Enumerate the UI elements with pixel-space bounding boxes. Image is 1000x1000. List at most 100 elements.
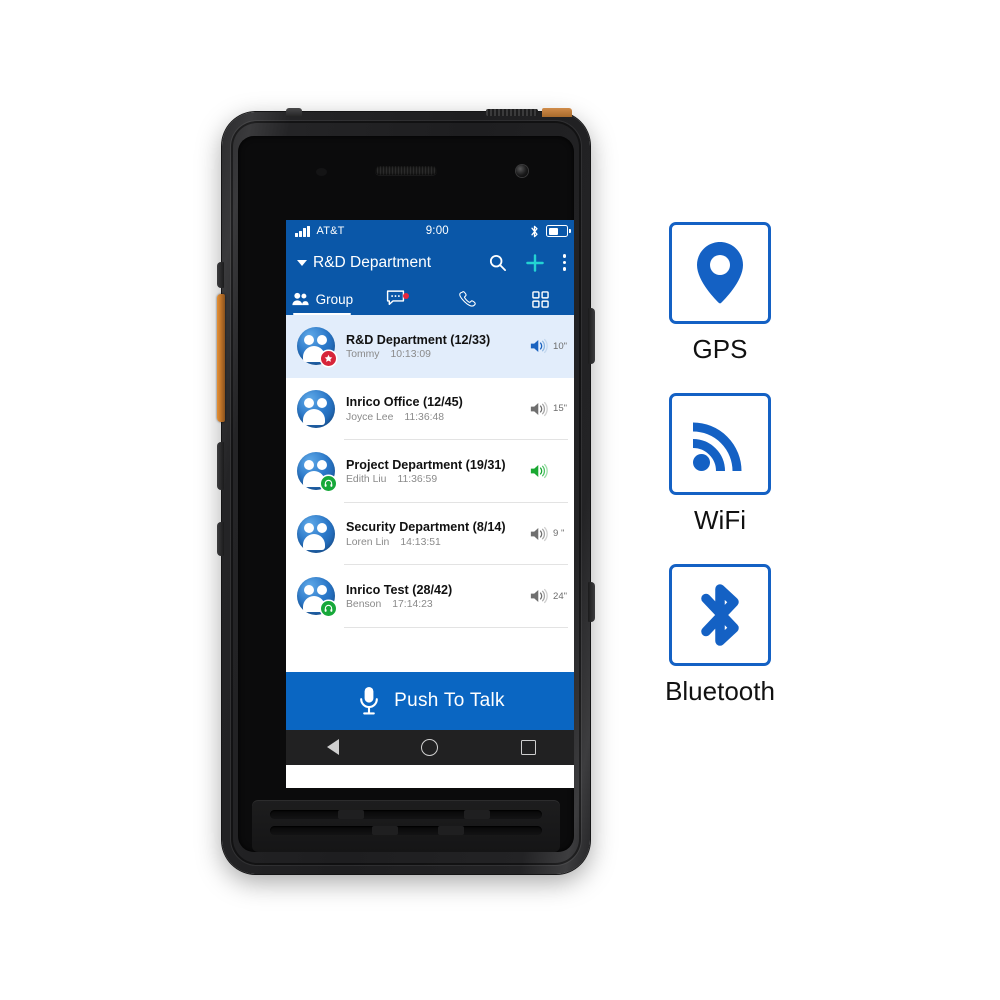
front-camera (516, 165, 528, 177)
avatar (297, 514, 335, 553)
group-name: Project Department (19/31) (346, 457, 506, 472)
feature-list: GPS WiFi Bluetooth (652, 222, 852, 735)
group-people-icon (291, 292, 309, 306)
bottom-speaker-grille (252, 800, 560, 852)
home-circle-icon[interactable] (421, 738, 439, 756)
chat-unread-badge (402, 292, 409, 299)
group-name: Inrico Office (12/45) (346, 395, 463, 409)
caret-down-icon (297, 259, 307, 266)
group-name: Inrico Test (28/42) (346, 582, 453, 597)
speaker-volume-icon[interactable] (530, 526, 549, 542)
phone-device: AT&T 9:00 R&D Department Group R&D Depar… (217, 108, 595, 874)
avatar (297, 577, 336, 617)
phone-glass-panel: AT&T 9:00 R&D Department Group R&D Depar… (238, 136, 574, 852)
feature-wifi-box (669, 393, 771, 495)
app-bar: R&D Department (286, 242, 574, 283)
status-time: 9:00 (425, 225, 449, 237)
signal-bars-icon (295, 225, 310, 237)
list-item[interactable]: Inrico Office (12/45) Joyce Lee 11:36:48 (286, 377, 574, 440)
group-speaker: Tommy (346, 349, 380, 360)
star-badge-icon (321, 351, 336, 367)
feature-wifi-label: WiFi (694, 505, 746, 535)
wifi-signal-icon (692, 422, 742, 472)
list-item[interactable]: Inrico Test (28/42) Benson 17:14:23 24" (286, 565, 574, 628)
voice-duration: 10" (553, 340, 568, 352)
feature-bluetooth-label: Bluetooth (665, 676, 775, 706)
speaker-volume-icon[interactable] (530, 338, 549, 354)
feature-bluetooth-box (669, 564, 771, 666)
group-name: Security Department (8/14) (346, 520, 506, 534)
volume-key[interactable] (217, 442, 224, 490)
tab-group-label: Group (315, 291, 354, 307)
plus-icon[interactable] (525, 253, 545, 273)
row-divider (344, 626, 568, 628)
bluetooth-icon (531, 225, 538, 237)
tab-calls[interactable] (432, 283, 505, 315)
voice-duration: 15" (553, 403, 568, 415)
headset-badge-icon (321, 476, 336, 492)
group-speaker: Benson (346, 599, 382, 610)
search-icon[interactable] (488, 253, 507, 272)
phone-screen: AT&T 9:00 R&D Department Group R&D Depar… (286, 220, 574, 788)
list-empty-space (286, 627, 574, 672)
side-key-right-upper[interactable] (588, 308, 595, 364)
page-title: R&D Department (313, 253, 432, 271)
avatar (297, 452, 336, 492)
voice-duration: 24" (553, 590, 568, 602)
feature-bluetooth: Bluetooth (652, 564, 788, 704)
android-nav-bar (286, 729, 574, 765)
tab-group[interactable]: Group (286, 283, 359, 315)
group-speaker: Loren Lin (346, 536, 390, 548)
tab-apps[interactable] (504, 283, 574, 315)
speaker-volume-icon[interactable] (530, 463, 549, 479)
group-speaker: Edith Liu (346, 474, 387, 485)
side-key-right-lower[interactable] (588, 582, 595, 622)
ptt-hardware-button[interactable] (217, 294, 225, 422)
chat-bubble-icon (386, 289, 404, 305)
speaker-volume-icon[interactable] (530, 588, 549, 604)
status-bar: AT&T 9:00 (286, 220, 574, 242)
power-button[interactable] (286, 108, 302, 117)
earpiece-speaker (375, 166, 437, 175)
kebab-menu-icon[interactable] (562, 254, 566, 271)
bluetooth-icon (701, 584, 739, 646)
group-time: 11:36:59 (397, 474, 438, 485)
avatar (297, 327, 336, 367)
feature-wifi: WiFi (652, 393, 788, 533)
phone-handset-icon (459, 291, 476, 307)
group-time: 17:14:23 (392, 599, 433, 610)
feature-gps-label: GPS (692, 334, 748, 364)
top-orange-trim (542, 108, 572, 117)
microphone-icon (360, 686, 379, 714)
carrier-label: AT&T (316, 225, 345, 237)
top-antenna-trim (486, 109, 538, 116)
tab-bar: Group (286, 283, 574, 315)
feature-gps-box (669, 222, 771, 324)
map-pin-icon (697, 242, 743, 304)
avatar (297, 389, 335, 428)
ptt-label: Push To Talk (394, 689, 505, 711)
side-key-lower[interactable] (217, 522, 224, 556)
side-key-upper[interactable] (217, 262, 224, 288)
group-selector[interactable]: R&D Department (297, 254, 478, 272)
back-triangle-icon[interactable] (327, 739, 340, 755)
battery-icon (546, 225, 571, 237)
headset-badge-icon (321, 601, 336, 617)
speaker-volume-icon[interactable] (530, 401, 549, 417)
tab-chat[interactable] (359, 283, 432, 315)
voice-duration: 9 " (553, 528, 565, 540)
group-time: 10:13:09 (390, 349, 431, 360)
proximity-sensor (316, 168, 327, 176)
group-time: 14:13:51 (400, 536, 441, 548)
list-item[interactable]: R&D Department (12/33) Tommy 10:13:09 10… (286, 315, 574, 378)
feature-gps: GPS (652, 222, 788, 362)
grid-apps-icon (532, 290, 549, 308)
recents-square-icon[interactable] (520, 739, 536, 755)
list-item[interactable]: Project Department (19/31) Edith Liu 11:… (286, 440, 574, 503)
list-item[interactable]: Security Department (8/14) Loren Lin 14:… (286, 502, 574, 565)
group-time: 11:36:48 (404, 411, 445, 423)
group-name: R&D Department (12/33) (346, 332, 491, 347)
push-to-talk-button[interactable]: Push To Talk (286, 671, 574, 730)
group-list: R&D Department (12/33) Tommy 10:13:09 10… (286, 315, 574, 672)
group-speaker: Joyce Lee (346, 411, 394, 423)
